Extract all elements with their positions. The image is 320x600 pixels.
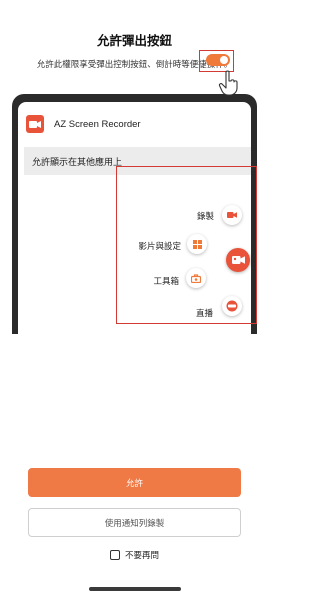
toggle-knob: [220, 56, 228, 64]
allow-button[interactable]: 允許: [28, 468, 241, 497]
grid-icon: [187, 234, 207, 254]
page-title: 允許彈出按鈕: [96, 33, 172, 48]
permission-label: 允許顯示在其他應用上: [32, 157, 123, 168]
notification-record-button[interactable]: 使用通知列錄製: [28, 508, 241, 537]
app-name: AZ Screen Recorder: [54, 118, 141, 130]
dont-ask-again-checkbox[interactable]: [109, 550, 120, 560]
camera-fab-icon: [226, 248, 250, 272]
overlay-permission-toggle: [206, 54, 230, 66]
app-header: AZ Screen Recorder: [26, 114, 141, 134]
dont-ask-again-option[interactable]: 不要再問: [0, 549, 269, 561]
app-logo-icon: [26, 115, 44, 133]
pointing-hand-icon: [218, 70, 238, 96]
menu-label-live: 直播: [195, 309, 213, 319]
menu-label-toolbox: 工具箱: [153, 277, 179, 287]
record-camera-icon: [222, 205, 242, 225]
dont-ask-again-label: 不要再問: [124, 551, 159, 561]
home-indicator: [89, 587, 181, 591]
menu-label-videos: 影片與設定: [138, 242, 181, 252]
toolbox-icon: [186, 268, 206, 288]
live-icon: [222, 296, 242, 316]
menu-label-record: 錄製: [196, 212, 214, 222]
